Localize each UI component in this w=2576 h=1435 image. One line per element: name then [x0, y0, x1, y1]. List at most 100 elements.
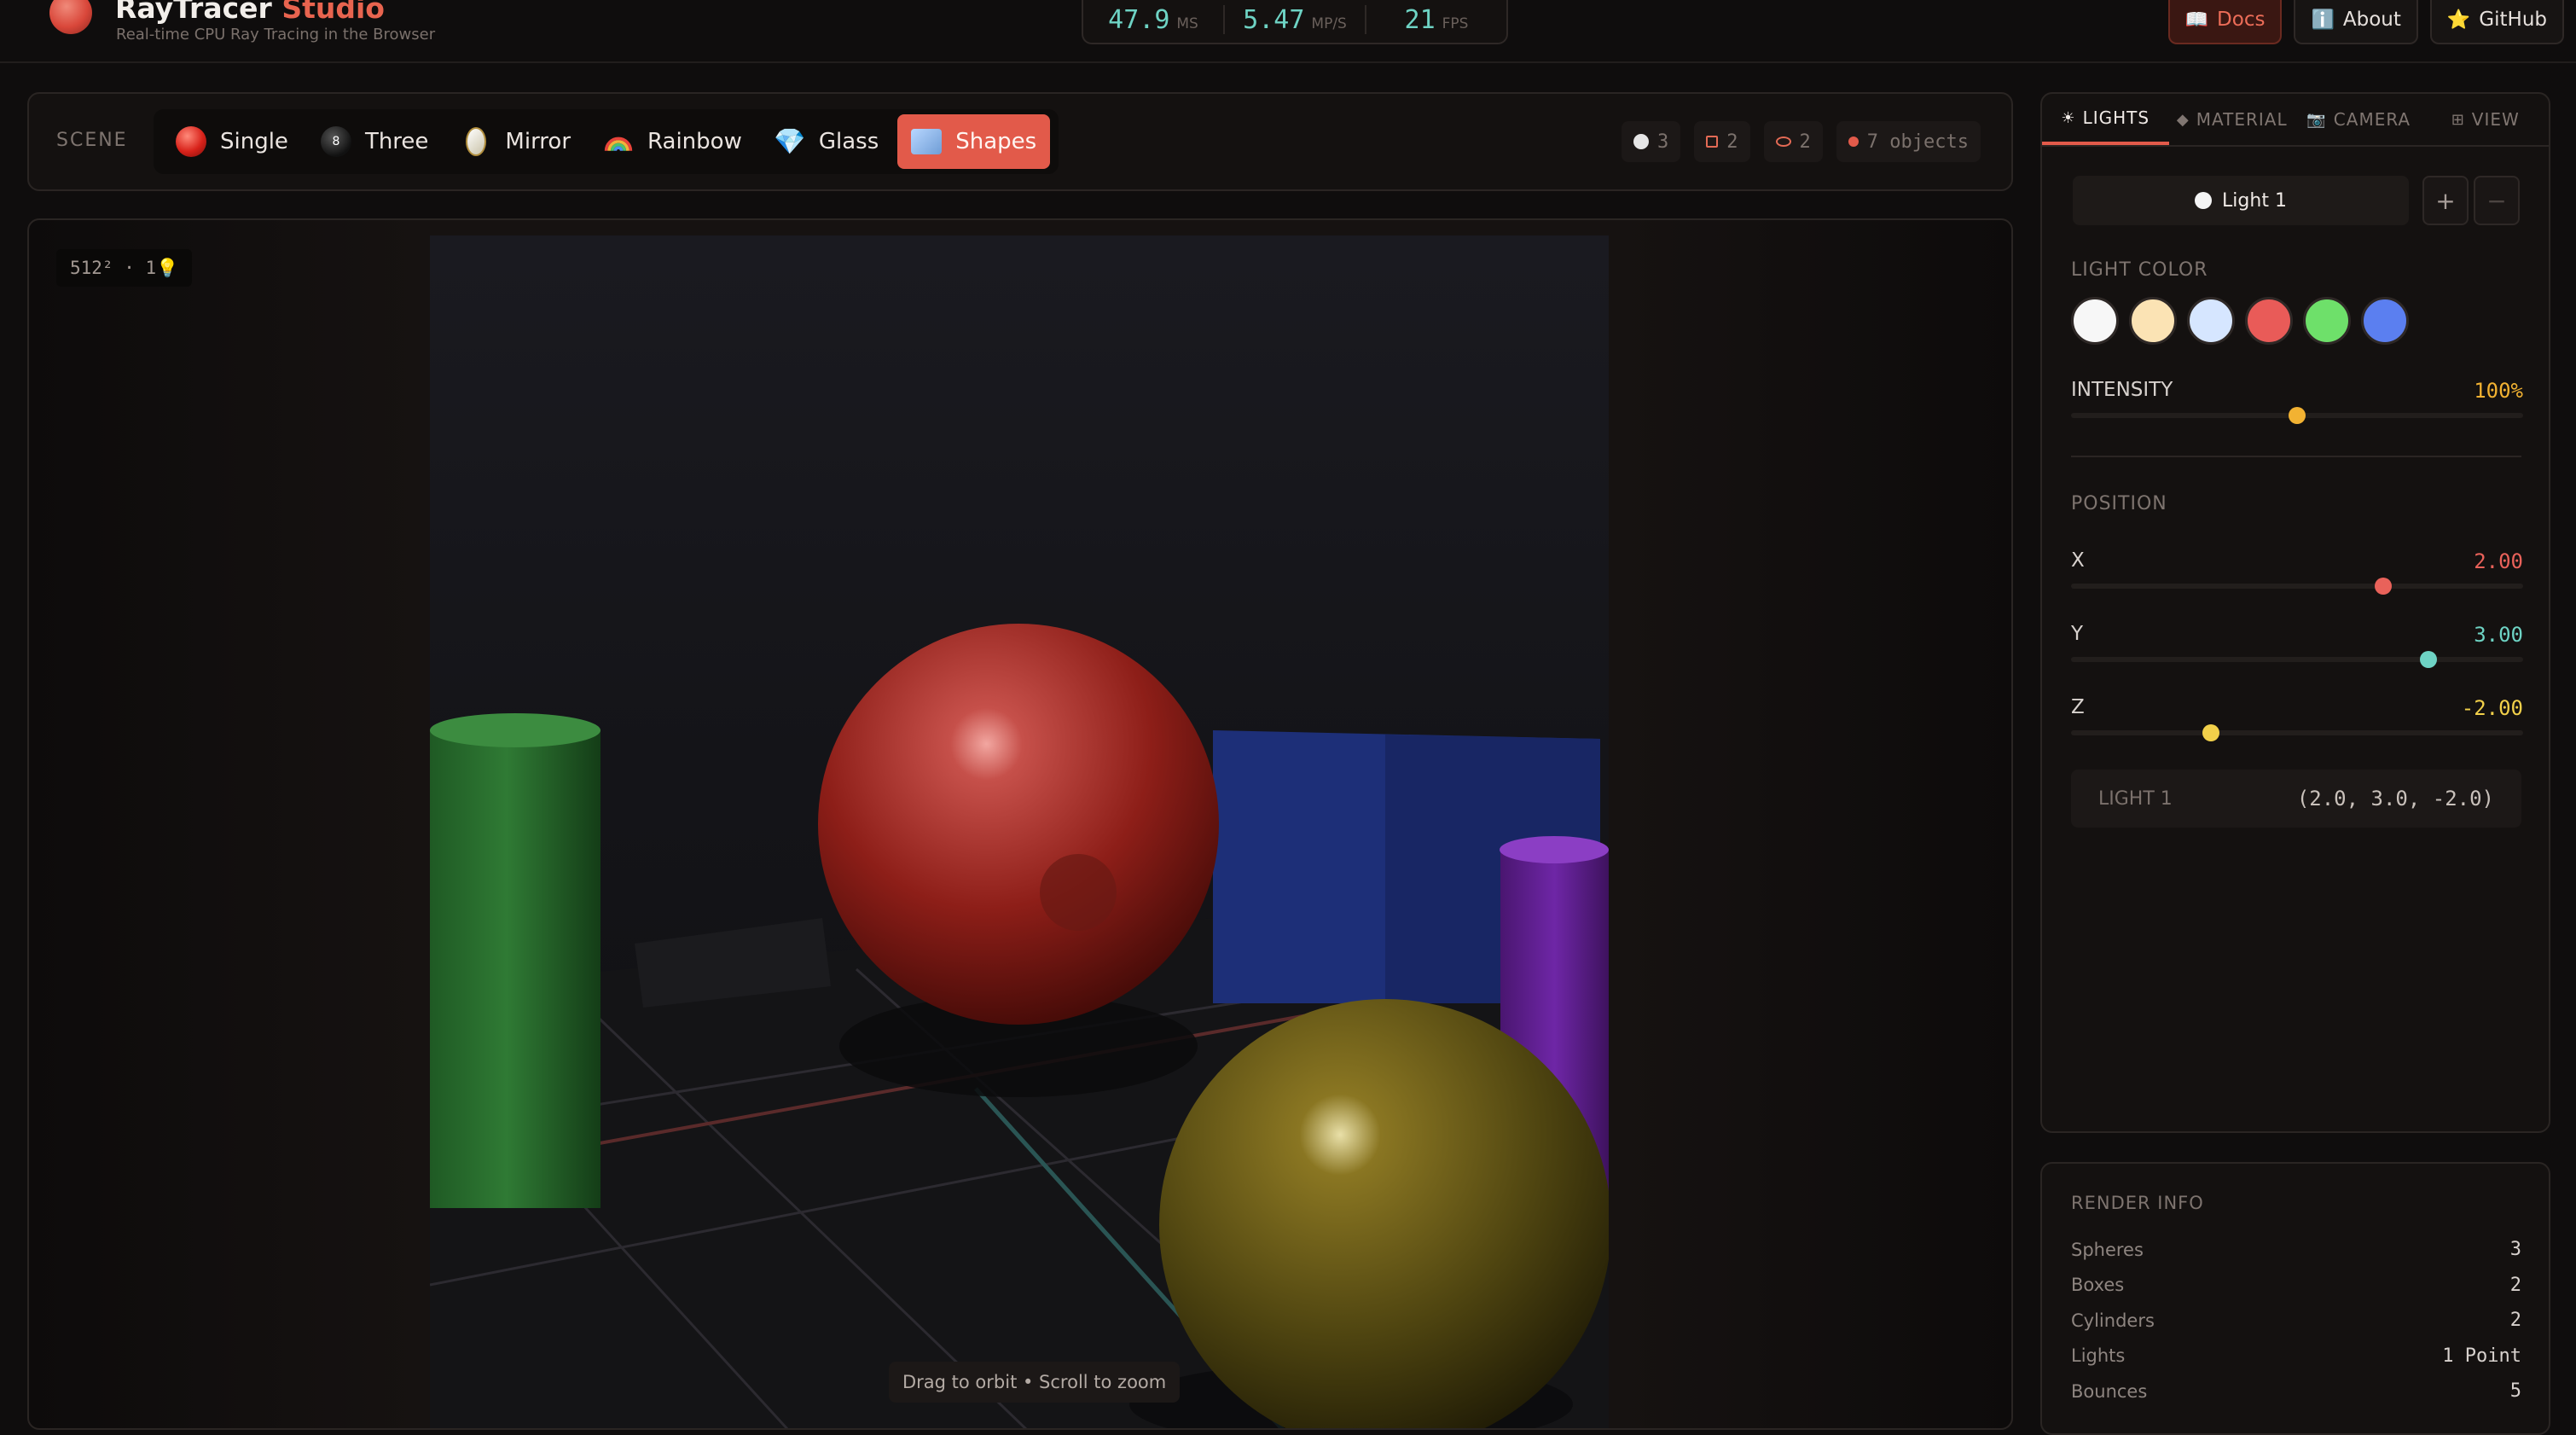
- object-count-value: 7 objects: [1866, 131, 1969, 153]
- scene-tab-label: Mirror: [505, 129, 571, 154]
- light-select[interactable]: Light 1: [2073, 176, 2409, 225]
- render-info-label: Boxes: [2071, 1275, 2125, 1296]
- render-info-title: RENDER INFO: [2071, 1193, 2204, 1213]
- color-swatch[interactable]: [2129, 297, 2177, 345]
- slider-track[interactable]: [2071, 407, 2523, 424]
- render-info-panel: RENDER INFO Spheres 3 Boxes 2 Cylinders …: [2040, 1162, 2550, 1435]
- camera-icon: 📷: [2306, 110, 2327, 129]
- remove-light-button[interactable]: −: [2474, 176, 2520, 225]
- properties-panel: ☀ LIGHTS ◆ MATERIAL 📷 CAMERA ⊞ VIEW Ligh…: [2040, 92, 2550, 1133]
- about-button[interactable]: ℹ️ About: [2294, 0, 2418, 44]
- red-sphere-icon: [176, 126, 206, 157]
- intensity-slider[interactable]: INTENSITY 100%: [2071, 379, 2523, 424]
- book-icon: 📖: [2184, 9, 2209, 31]
- box-icon: [1706, 136, 1719, 148]
- render-info-row: Boxes 2: [2071, 1268, 2521, 1304]
- stat-unit: MS: [1176, 15, 1198, 32]
- scene-bar: SCENE Single 8 Three Mirror Rainbow 💎 Gl…: [27, 92, 2013, 191]
- x-value: 2.00: [2474, 549, 2523, 573]
- github-button[interactable]: ⭐ GitHub: [2429, 0, 2564, 44]
- scene-tab-label: Glass: [818, 129, 879, 154]
- tab-label: CAMERA: [2333, 109, 2411, 130]
- diamond-icon: ◆: [2176, 110, 2190, 129]
- eight-ball-icon: 8: [320, 126, 351, 157]
- render-viewport[interactable]: 512² · 1💡 Drag to orbit • Scroll to zoom: [27, 218, 2013, 1430]
- color-swatch[interactable]: [2187, 297, 2235, 345]
- docs-label: Docs: [2217, 9, 2266, 31]
- slider-track[interactable]: [2071, 724, 2523, 741]
- render-info-label: Lights: [2071, 1345, 2126, 1367]
- z-slider[interactable]: Z -2.00: [2071, 696, 2523, 741]
- scene-tab-mirror[interactable]: Mirror: [447, 114, 584, 169]
- slider-thumb[interactable]: [2202, 724, 2220, 741]
- object-counts: 3 2 2 7 objects: [1622, 121, 1981, 162]
- stat-value: 21: [1404, 5, 1436, 35]
- app-title-accent: Studio: [281, 0, 385, 25]
- app-title-main: RayTracer: [115, 0, 272, 25]
- scene-tab-shapes[interactable]: Shapes: [897, 114, 1051, 169]
- tab-label: MATERIAL: [2196, 109, 2288, 130]
- cylinder-icon: [1775, 137, 1791, 147]
- sun-icon: ☀: [2061, 108, 2076, 127]
- orbit-hint: Drag to orbit • Scroll to zoom: [889, 1362, 1181, 1403]
- stat-value: 47.9: [1108, 5, 1170, 35]
- y-value: 3.00: [2474, 623, 2523, 647]
- render-info-row: Spheres 3: [2071, 1232, 2521, 1268]
- color-swatch[interactable]: [2245, 297, 2293, 345]
- logo-icon: [49, 0, 92, 34]
- rainbow-icon: [603, 126, 634, 157]
- x-slider[interactable]: X 2.00: [2071, 549, 2523, 595]
- intensity-label: INTENSITY: [2071, 379, 2173, 401]
- scene-tab-label: Shapes: [955, 129, 1037, 154]
- position-summary-value: (2.0, 3.0, -2.0): [2296, 787, 2494, 810]
- app-subtitle: Real-time CPU Ray Tracing in the Browser: [116, 26, 436, 44]
- object-dot-icon: [1848, 137, 1859, 147]
- tab-camera[interactable]: 📷 CAMERA: [2295, 94, 2422, 145]
- docs-button[interactable]: 📖 Docs: [2167, 0, 2283, 44]
- add-light-button[interactable]: +: [2422, 176, 2469, 225]
- scene-tab-rainbow[interactable]: Rainbow: [589, 114, 756, 169]
- object-count: 7 objects: [1836, 121, 1981, 162]
- render-info-label: Spheres: [2071, 1239, 2144, 1260]
- sphere-count: 3: [1622, 121, 1681, 162]
- tab-material[interactable]: ◆ MATERIAL: [2169, 94, 2296, 145]
- scene-tab-glass[interactable]: 💎 Glass: [761, 114, 892, 169]
- slider-thumb[interactable]: [2419, 651, 2437, 668]
- stat-ms: 47.9 MS: [1083, 5, 1225, 35]
- cylinder-count-value: 2: [1799, 131, 1811, 153]
- gem-icon: 💎: [774, 126, 806, 157]
- resolution-badge: 512² · 1💡: [56, 249, 193, 287]
- slider-track[interactable]: [2071, 651, 2523, 668]
- color-swatch[interactable]: [2303, 297, 2351, 345]
- app-header: RayTracer Studio Real-time CPU Ray Traci…: [0, 0, 2576, 63]
- slider-thumb[interactable]: [2374, 578, 2392, 595]
- y-slider[interactable]: Y 3.00: [2071, 623, 2523, 668]
- stat-mps: 5.47 MP/S: [1225, 5, 1366, 35]
- render-info-label: Bounces: [2071, 1380, 2148, 1402]
- stat-unit: MP/S: [1311, 15, 1347, 32]
- cylinder-count: 2: [1763, 121, 1823, 162]
- tab-lights[interactable]: ☀ LIGHTS: [2042, 94, 2169, 145]
- scene-tab-three[interactable]: 8 Three: [307, 114, 442, 169]
- render-info-row: Cylinders 2: [2071, 1303, 2521, 1339]
- color-swatch[interactable]: [2071, 297, 2119, 345]
- slider-track[interactable]: [2071, 578, 2523, 595]
- divider: [2071, 456, 2521, 457]
- header-links: 📖 Docs ℹ️ About ⭐ GitHub: [2167, 0, 2564, 44]
- z-value: -2.00: [2461, 696, 2523, 720]
- tab-label: VIEW: [2471, 109, 2520, 130]
- render-info-value: 2: [2509, 1274, 2521, 1296]
- render-info-value: 2: [2509, 1310, 2521, 1332]
- stat-unit: FPS: [1442, 15, 1469, 32]
- render-info-value: 5: [2509, 1380, 2521, 1403]
- scene-tab-label: Single: [220, 129, 288, 154]
- scene-tab-single[interactable]: Single: [162, 114, 302, 169]
- slider-thumb[interactable]: [2289, 407, 2306, 424]
- color-swatch[interactable]: [2361, 297, 2409, 345]
- render-info-value: 1 Point: [2442, 1345, 2521, 1367]
- grid-icon: ⊞: [2451, 110, 2465, 129]
- tab-view[interactable]: ⊞ VIEW: [2422, 94, 2550, 145]
- render-info-row: Bounces 5: [2071, 1374, 2521, 1409]
- sphere-count-value: 3: [1657, 131, 1669, 153]
- render-canvas[interactable]: [430, 235, 1609, 1430]
